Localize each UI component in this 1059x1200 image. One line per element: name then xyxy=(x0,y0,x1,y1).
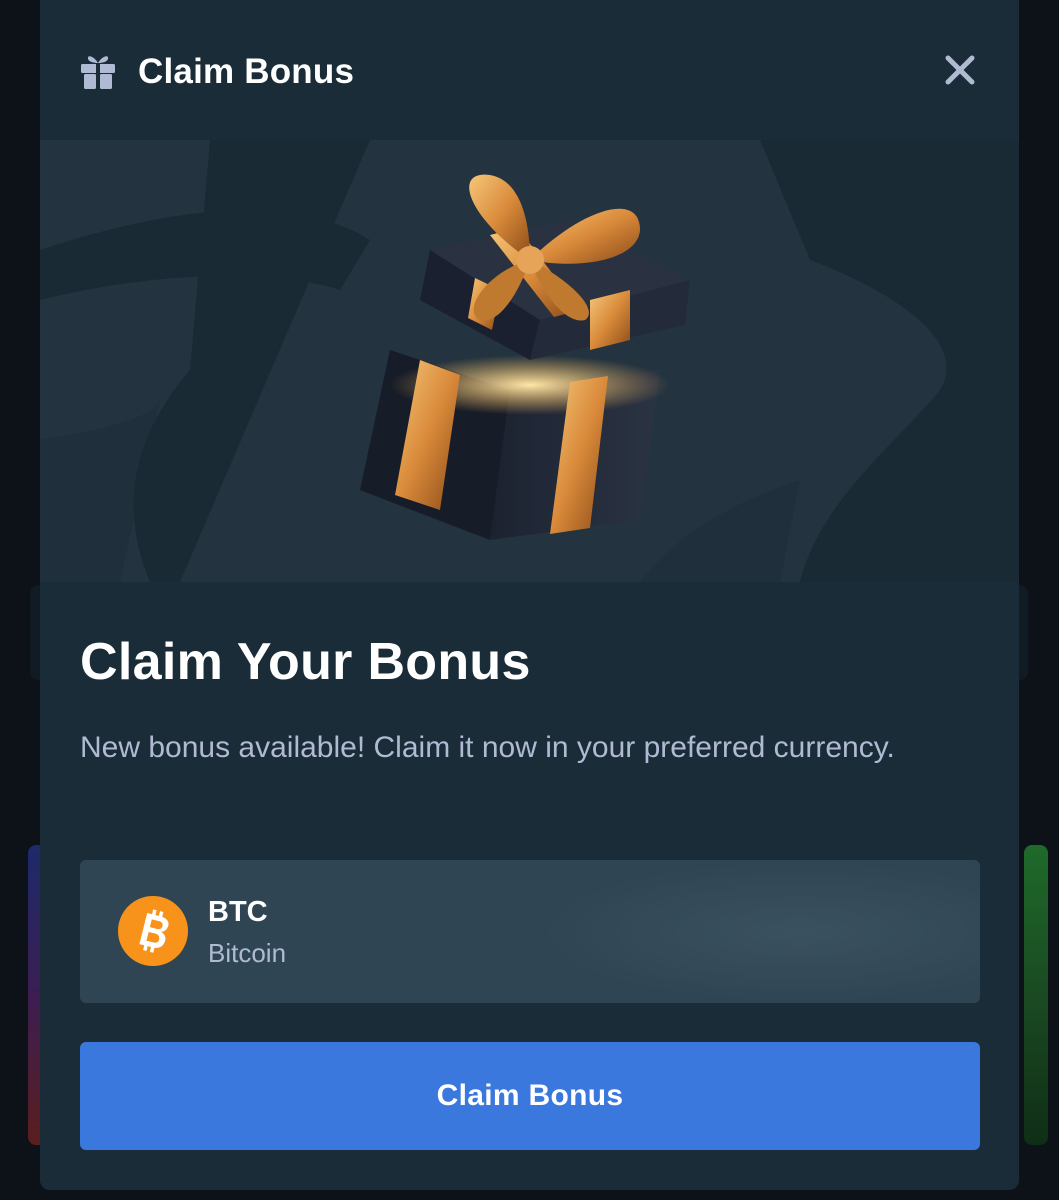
gift-box-image xyxy=(360,174,690,540)
claim-heading: Claim Your Bonus xyxy=(80,633,531,691)
bonus-description: New bonus available! Claim it now in you… xyxy=(80,731,895,764)
modal-body: Claim Your Bonus New bonus available! Cl… xyxy=(40,582,1019,1190)
currency-name: Bitcoin xyxy=(208,938,287,968)
currency-code: BTC xyxy=(208,896,268,928)
background-card-right xyxy=(1024,845,1048,1145)
gift-icon xyxy=(81,56,115,89)
hero-banner xyxy=(40,140,1019,582)
modal-header: Claim Bonus xyxy=(40,0,1019,140)
claim-bonus-button[interactable]: Claim Bonus xyxy=(80,1042,980,1150)
modal-title: Claim Bonus xyxy=(138,52,355,91)
currency-selector[interactable]: BTC Bitcoin xyxy=(80,860,980,1003)
claim-bonus-modal: Claim Bonus Claim Your Bonus New bonus a… xyxy=(40,0,1019,1190)
bitcoin-icon xyxy=(118,896,188,966)
close-icon[interactable] xyxy=(940,50,980,90)
